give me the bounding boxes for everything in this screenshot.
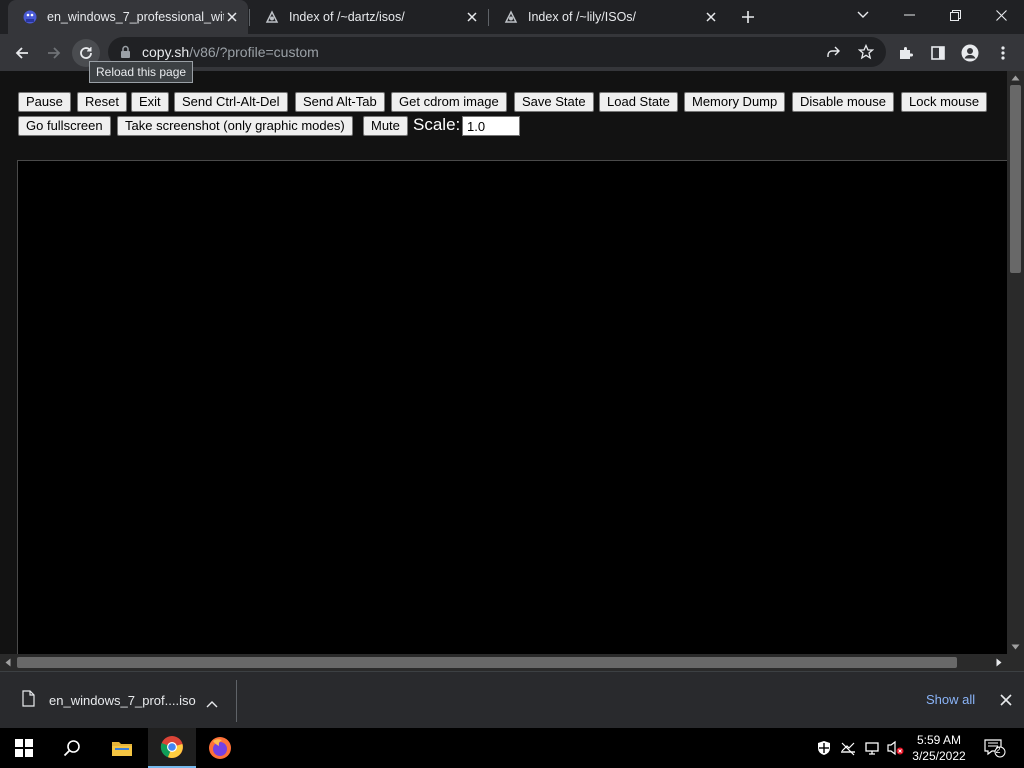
notification-count: 2 (995, 745, 1001, 755)
windows-logo-icon (15, 739, 33, 757)
menu-button[interactable] (989, 39, 1017, 67)
scroll-down-arrow-icon (1011, 644, 1020, 650)
bookmark-star-icon[interactable] (857, 43, 875, 61)
folder-icon (112, 742, 132, 756)
scroll-left-arrow-icon (5, 658, 11, 667)
reload-tooltip: Reload this page (89, 61, 194, 83)
disable-mouse-button[interactable]: Disable mouse (792, 92, 894, 112)
tab-strip: en_windows_7_professional_with_sp1_x64_d… (0, 0, 1024, 34)
puzzle-icon (900, 47, 913, 59)
scrollbar-corner (1007, 654, 1024, 671)
close-tab-icon[interactable] (703, 9, 719, 25)
memory-dump-button[interactable]: Memory Dump (684, 92, 786, 112)
back-button[interactable] (8, 39, 36, 67)
plus-icon (742, 11, 754, 23)
scale-input[interactable] (462, 116, 520, 136)
share-icon[interactable] (824, 43, 842, 61)
exit-button[interactable]: Exit (131, 92, 169, 112)
emulator-screen[interactable] (17, 160, 1007, 654)
lock-mouse-button[interactable]: Lock mouse (901, 92, 988, 112)
restore-button[interactable] (932, 0, 978, 30)
arrow-right-icon (48, 47, 61, 59)
volume-muted-icon[interactable] (886, 738, 906, 758)
apache-favicon-icon (264, 9, 280, 25)
url-host: copy.sh (142, 44, 190, 60)
windows-taskbar: 5:59 AM 3/25/2022 2 (0, 728, 1024, 768)
search-button[interactable] (48, 728, 96, 768)
v86-favicon-icon (22, 9, 38, 25)
avatar-icon (961, 44, 979, 62)
tab-windows-iso[interactable]: en_windows_7_professional_with_sp1_x64_d… (8, 0, 248, 34)
chrome-taskbar-button[interactable] (148, 728, 196, 768)
side-panel-icon (931, 46, 945, 60)
tab-dartz-isos[interactable]: Index of /~dartz/isos/ (250, 0, 488, 34)
save-state-button[interactable]: Save State (514, 92, 594, 112)
shelf-divider (236, 680, 237, 722)
go-fullscreen-button[interactable]: Go fullscreen (18, 116, 111, 136)
vertical-scrollbar[interactable] (1007, 71, 1024, 654)
close-tab-icon[interactable] (224, 9, 240, 25)
vertical-scroll-thumb[interactable] (1010, 85, 1021, 273)
take-screenshot-button[interactable]: Take screenshot (only graphic modes) (117, 116, 353, 136)
arrow-left-icon (15, 47, 28, 59)
horizontal-scrollbar[interactable] (0, 654, 1007, 671)
reload-icon (80, 47, 92, 59)
forward-button[interactable] (40, 39, 68, 67)
scale-label: Scale: (413, 115, 461, 134)
kebab-menu-icon (1001, 46, 1005, 60)
restore-icon (949, 9, 961, 21)
network-disabled-icon[interactable] (838, 738, 858, 758)
firefox-icon (209, 737, 231, 759)
get-cdrom-image-button[interactable]: Get cdrom image (391, 92, 507, 112)
security-shield-icon[interactable] (814, 738, 834, 758)
address-text[interactable]: copy.sh/v86/?profile=custom (142, 44, 319, 60)
page-content: Pause Reset Exit Send Ctrl-Alt-Del Send … (0, 71, 1007, 654)
chevron-down-icon (857, 11, 869, 18)
send-ctrl-alt-del-button[interactable]: Send Ctrl-Alt-Del (174, 92, 288, 112)
horizontal-scroll-thumb[interactable] (17, 657, 957, 668)
action-center-button[interactable]: 2 (982, 738, 1008, 758)
load-state-button[interactable]: Load State (599, 92, 678, 112)
network-icon[interactable] (862, 738, 882, 758)
url-path: /v86/?profile=custom (189, 44, 319, 60)
file-explorer-button[interactable] (98, 728, 146, 768)
taskbar-clock[interactable]: 5:59 AM 3/25/2022 (904, 732, 974, 764)
tab-title: en_windows_7_professional_with_sp1_x64_d… (47, 10, 224, 24)
profile-button[interactable] (956, 39, 984, 67)
chrome-icon (160, 736, 183, 758)
tab-title: Index of /~lily/ISOs/ (528, 10, 637, 24)
scroll-up-arrow-icon (1011, 75, 1020, 81)
close-shelf-icon[interactable] (1000, 693, 1012, 711)
minimize-button[interactable] (886, 0, 932, 30)
chevron-up-icon[interactable] (206, 695, 218, 713)
minimize-icon (903, 14, 915, 16)
address-bar[interactable]: copy.sh/v86/?profile=custom (108, 37, 886, 67)
tab-search-button[interactable] (840, 0, 886, 30)
extensions-button[interactable] (892, 39, 920, 67)
search-icon (63, 740, 80, 757)
send-alt-tab-button[interactable]: Send Alt-Tab (295, 92, 385, 112)
tab-title: Index of /~dartz/isos/ (289, 10, 405, 24)
download-shelf: en_windows_7_prof....iso Show all (0, 671, 1024, 728)
reset-button[interactable]: Reset (77, 92, 127, 112)
firefox-taskbar-button[interactable] (196, 728, 244, 768)
mute-button[interactable]: Mute (363, 116, 408, 136)
apache-favicon-icon (503, 9, 519, 25)
file-icon (22, 690, 35, 712)
clock-time: 5:59 AM (916, 733, 962, 747)
scroll-right-arrow-icon (996, 658, 1002, 667)
new-tab-button[interactable] (738, 7, 758, 27)
close-window-button[interactable] (978, 0, 1024, 30)
clock-date: 3/25/2022 (912, 749, 966, 763)
close-icon (995, 9, 1007, 21)
close-tab-icon[interactable] (464, 9, 480, 25)
pause-button[interactable]: Pause (18, 92, 71, 112)
show-all-downloads-link[interactable]: Show all (926, 692, 975, 707)
side-panel-button[interactable] (924, 39, 952, 67)
download-file-name[interactable]: en_windows_7_prof....iso (49, 693, 196, 708)
tab-lily-isos[interactable]: Index of /~lily/ISOs/ (489, 0, 727, 34)
start-button[interactable] (0, 728, 48, 768)
